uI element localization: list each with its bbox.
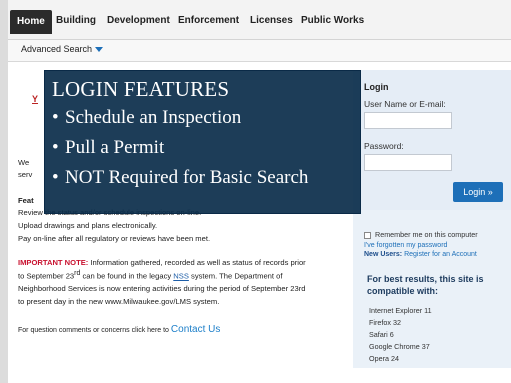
callout-bullet: • NOT Required for Basic Search	[52, 167, 308, 189]
callout-bullet-text: Pull a Permit	[65, 137, 165, 158]
login-features-callout: LOGIN FEATURES • Schedule an Inspection •…	[44, 70, 361, 214]
bullet-icon: •	[52, 137, 59, 158]
important-text-1: Information gathered, recorded as well a…	[90, 258, 306, 267]
important-note-line-4: to present day in the new www.Milwaukee.…	[18, 297, 220, 306]
browser-item: Firefox 32	[369, 318, 401, 327]
contact-line: For question comments or concerns click …	[18, 324, 220, 335]
callout-bullet-text: NOT Required for Basic Search	[65, 167, 309, 188]
login-form: Login User Name or E-mail: Password: Log…	[353, 70, 511, 210]
forgot-password-link[interactable]: I've forgotten my password	[364, 242, 447, 249]
username-input[interactable]	[364, 112, 452, 129]
password-input[interactable]	[364, 154, 452, 171]
remember-me[interactable]: Remember me on this computer	[364, 230, 478, 239]
important-label: IMPORTANT NOTE:	[18, 258, 89, 267]
advanced-search-menu[interactable]: Advanced Search	[21, 44, 104, 54]
bullet-icon: •	[52, 107, 59, 128]
tab-public-works[interactable]: Public Works	[301, 10, 364, 32]
browser-item: Internet Explorer 11	[369, 306, 432, 315]
top-nav: Home Building Development Enforcement Li…	[8, 0, 511, 40]
advanced-search-label: Advanced Search	[21, 44, 93, 54]
compatibility-heading: For best results, this site is compatibl…	[367, 274, 484, 296]
intro-partial-1: We	[18, 158, 30, 167]
tab-development[interactable]: Development	[107, 10, 170, 32]
page: Home Building Development Enforcement Li…	[8, 0, 511, 383]
login-button[interactable]: Login »	[453, 182, 503, 202]
screen-frame: Home Building Development Enforcement Li…	[0, 0, 511, 383]
tab-building[interactable]: Building	[56, 10, 96, 32]
browser-item: Safari 6	[369, 330, 394, 339]
callout-bullet-text: Schedule an Inspection	[65, 107, 242, 128]
feature-upload: Upload drawings and plans electronically…	[18, 221, 158, 230]
callout-bullet: • Pull a Permit	[52, 137, 164, 159]
bullet-icon: •	[52, 167, 59, 188]
important-note-line-3: Neighborhood Services is now entering ac…	[18, 284, 306, 293]
important-text-2a: to September 23	[18, 271, 75, 281]
important-note-line-2: to September 23rd can be found in the le…	[18, 270, 282, 281]
remember-label: Remember me on this computer	[375, 230, 478, 239]
tab-enforcement[interactable]: Enforcement	[178, 10, 239, 32]
tab-licenses[interactable]: Licenses	[250, 10, 293, 32]
nss-link[interactable]: NSS	[173, 272, 189, 281]
contact-us-link[interactable]: Contact Us	[171, 324, 220, 335]
feature-pay: Pay on-line after all regulatory or revi…	[18, 234, 211, 243]
tab-home[interactable]: Home	[10, 10, 52, 34]
browser-item: Google Chrome 37	[369, 342, 430, 351]
sub-nav: Advanced Search	[8, 40, 511, 62]
new-users: New Users: Register for an Account	[364, 251, 477, 258]
important-text-2c: system. The Department of	[188, 271, 283, 281]
important-note-line-1: IMPORTANT NOTE: Information gathered, re…	[18, 258, 306, 267]
browser-item: Opera 24	[369, 354, 399, 363]
callout-heading: LOGIN FEATURES	[52, 77, 230, 101]
login-title: Login	[364, 82, 389, 92]
register-link[interactable]: Register for an Account	[404, 251, 477, 258]
username-label: User Name or E-mail:	[364, 99, 446, 109]
password-label: Password:	[364, 141, 404, 151]
login-panel: Login User Name or E-mail: Password: Log…	[353, 70, 511, 368]
welcome-link-partial[interactable]: Y	[32, 94, 38, 104]
contact-prefix: For question comments or concerns click …	[18, 327, 171, 334]
important-text-2b: can be found in the legacy	[80, 271, 174, 281]
remember-checkbox[interactable]	[364, 231, 371, 239]
caret-down-icon	[95, 47, 104, 53]
callout-bullet: • Schedule an Inspection	[52, 107, 241, 129]
features-heading: Feat	[18, 196, 34, 205]
intro-partial-2: serv	[18, 170, 33, 179]
new-users-label: New Users:	[364, 251, 403, 258]
